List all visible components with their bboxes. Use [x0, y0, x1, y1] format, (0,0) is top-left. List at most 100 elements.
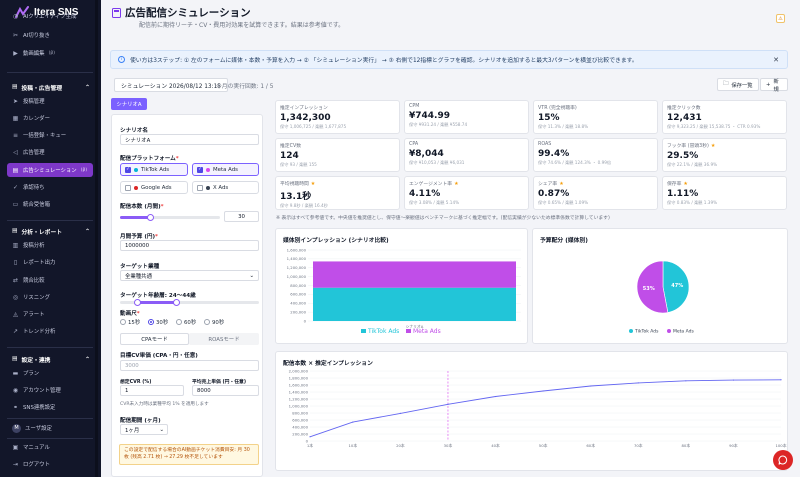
count-slider-handle[interactable] — [147, 214, 154, 221]
sidebar-item-link[interactable]: ⚭ SNS連携設定 — [7, 400, 93, 414]
sidebar-item-send[interactable]: ➤ 投稿管理 — [7, 94, 93, 108]
sidebar-item-user[interactable]: ◉ アカウント管理 — [7, 383, 93, 397]
platform-meta-ads[interactable]: ✓ Meta Ads — [192, 163, 259, 176]
x-tick-label: 10本 — [348, 443, 357, 448]
sidebar-item-bell[interactable]: ◬ アラート — [7, 307, 93, 321]
line-point — [780, 379, 782, 381]
platform-x-ads[interactable]: X Ads — [192, 181, 259, 194]
radio-button[interactable] — [148, 319, 154, 325]
roas-mode-tab[interactable]: ROASモード — [189, 333, 259, 345]
y-tick-label: 200,000 — [290, 309, 306, 314]
section-icon: ▤ — [12, 356, 18, 362]
sidebar-item-chart[interactable]: ▥ 投稿分析 — [7, 238, 93, 252]
sidebar-item-label: カレンダー — [23, 116, 50, 122]
sidebar-item-logout[interactable]: ⇥ ログアウト — [7, 457, 93, 471]
checkbox[interactable] — [125, 184, 131, 191]
sidebar-section-header[interactable]: ▤ 設定・連携 ⌃ — [7, 353, 93, 365]
cvr-input[interactable]: 1 — [120, 385, 184, 396]
sidebar-item-card[interactable]: ▬ プラン — [7, 366, 93, 380]
platform-tiktok-ads[interactable]: ✓ TikTok Ads — [120, 163, 188, 176]
radio-button[interactable] — [204, 319, 210, 325]
chat-button[interactable] — [773, 450, 793, 470]
sidebar-item-label: アカウント管理 — [23, 388, 61, 394]
industry-select[interactable]: 全業種共通 ⌄ — [120, 270, 259, 281]
metric-range: 保守 22.1% / 楽観 36.9% — [667, 162, 718, 167]
sidebar-item-label: 一括登録・キュー — [23, 133, 67, 139]
sidebar-item-compare[interactable]: ⇄ 競合比較 — [7, 273, 93, 287]
age-slider[interactable] — [120, 299, 259, 306]
sidebar-item-check[interactable]: ✓ 承認待ち — [7, 180, 93, 194]
line-point — [447, 403, 449, 405]
period-select[interactable]: 1ヶ月 ⌄ — [120, 424, 168, 435]
age-max-handle[interactable] — [172, 299, 180, 306]
metric-range: 保守 ¥10,053 / 楽観 ¥6,031 — [409, 160, 465, 165]
count-input[interactable]: 30 — [224, 211, 259, 222]
legend-swatch — [361, 329, 366, 333]
radio-button[interactable] — [120, 319, 126, 325]
simulation-name-field[interactable]: シミュレーション 2026/08/12 13:15 — [114, 78, 228, 92]
duration-option[interactable]: 90秒 — [204, 318, 224, 326]
x-tick-label: 60本 — [586, 443, 595, 448]
sidebar-item-label: 統合受信箱 — [23, 202, 50, 208]
chat-icon: ◔ — [12, 12, 19, 20]
sidebar-item-book[interactable]: ▣ マニュアル — [7, 440, 93, 454]
sidebar-item-chat[interactable]: ◔ AIクリエイティブ生成 — [7, 9, 93, 23]
sidebar-item-ear[interactable]: ◎ リスニング — [7, 290, 93, 304]
line-chart-panel: 配信本数 × 推定インプレッション 0 200,000 400,000 600,000… — [275, 351, 788, 471]
industry-value: 全業種共通 — [125, 273, 152, 280]
radio-button[interactable] — [176, 319, 182, 325]
cpa-mode-tab[interactable]: CPAモード — [120, 333, 189, 345]
sidebar-item-inbox[interactable]: ▭ 統合受信箱 — [7, 197, 93, 211]
alert-button[interactable]: ⚠ — [776, 14, 785, 23]
y-tick-label: 600,000 — [290, 292, 306, 297]
metric-value: 4.11% — [409, 189, 441, 199]
scenario-name-input[interactable]: シナリオA — [120, 134, 259, 145]
sidebar-item-file[interactable]: ▯ レポート出力 — [7, 255, 93, 269]
metric-label: 推定インプレッション — [280, 106, 328, 111]
checkbox[interactable]: ✓ — [197, 166, 203, 173]
cvr-label: 想定CVR (%) — [120, 380, 152, 385]
sidebar-item-calendar[interactable]: ▦ カレンダー — [7, 111, 93, 125]
duration-label: 動画尺* — [120, 311, 140, 317]
sidebar-section-header[interactable]: ▤ 分析・レポート ⌃ — [7, 225, 93, 237]
sidebar-item-video[interactable]: ▶ 動画編集 (β) — [7, 46, 93, 60]
new-button[interactable]: + 新規 — [760, 78, 788, 93]
chat-icon — [778, 455, 788, 465]
count-slider[interactable] — [120, 214, 220, 221]
order-value-input[interactable]: 8000 — [192, 385, 259, 396]
user-settings[interactable]: M ユーザ設定 — [7, 421, 93, 435]
duration-option[interactable]: 15秒 — [120, 318, 140, 326]
sidebar-item-scissors[interactable]: ✂ AI切り抜き — [7, 28, 93, 42]
sidebar-section-header[interactable]: ▤ 投稿・広告管理 ⌃ — [7, 81, 93, 93]
sidebar-divider — [7, 72, 93, 73]
target-cpa-input[interactable]: 3000 — [120, 360, 259, 371]
platform-label: TikTok Ads — [141, 166, 170, 173]
duration-option[interactable]: 60秒 — [176, 318, 196, 326]
sidebar-item-list[interactable]: ≡ 一括登録・キュー — [7, 128, 93, 142]
info-icon: i — [118, 56, 125, 63]
checkbox[interactable] — [197, 184, 203, 191]
close-icon[interactable]: ✕ — [773, 56, 779, 64]
checkbox[interactable]: ✓ — [125, 166, 131, 173]
sidebar-scrollbar[interactable] — [95, 0, 98, 477]
age-min-handle[interactable] — [133, 299, 141, 306]
saved-list-button[interactable]: 🗀 保存一覧 — [717, 78, 759, 91]
platform-google-ads[interactable]: Google Ads — [120, 181, 188, 194]
line-point — [309, 436, 311, 438]
sidebar-item-label: 動画編集 — [23, 51, 45, 57]
alert-icon: ⚠ — [778, 15, 783, 22]
line-point — [590, 385, 592, 387]
duration-option[interactable]: 30秒 — [148, 318, 168, 326]
sidebar-item-megaphone[interactable]: ◁ 広告管理 — [7, 145, 93, 159]
metric-card: フック率 (冒頭3秒) ★ 29.5% 保守 22.1% / 楽観 36.9% — [662, 138, 787, 172]
budget-input[interactable]: 1000000 — [120, 240, 259, 251]
tab-scenario-a[interactable]: シナリオA — [111, 98, 147, 110]
video-icon: ▶ — [13, 49, 18, 57]
sidebar-item-calculator[interactable]: ▤ 広告シミュレーション (β) — [7, 163, 93, 177]
line-point — [352, 421, 354, 423]
x-tick-label: 20本 — [396, 443, 405, 448]
user-settings-label: ユーザ設定 — [25, 426, 52, 432]
sidebar-item-trend[interactable]: ↗ トレンド分析 — [7, 324, 93, 338]
scenario-name-label: シナリオ名 — [120, 128, 148, 134]
budget-label: 月間予算 (円)* — [120, 234, 158, 240]
